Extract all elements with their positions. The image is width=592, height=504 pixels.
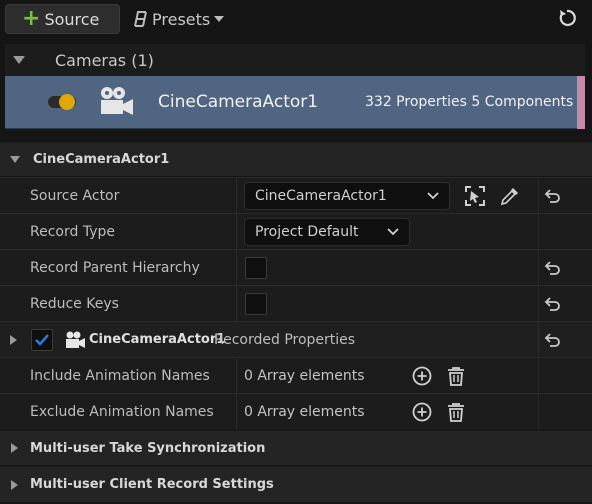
include-animation-value: 0 Array elements <box>244 368 365 384</box>
row-include-animation-names: Include Animation Names 0 Array elements <box>0 357 592 394</box>
divider <box>538 322 539 358</box>
multi-user-take-title: Multi-user Take Synchronization <box>30 440 266 456</box>
row-recorded-properties[interactable]: CineCameraActor1 Recorded Properties <box>0 321 592 358</box>
collapse-icon <box>13 56 25 64</box>
source-actor-value: CineCameraActor1 <box>255 188 387 204</box>
row-exclude-animation-names: Exclude Animation Names 0 Array elements <box>0 393 592 430</box>
cameras-title: Cameras (1) <box>55 50 154 70</box>
row-source-actor: Source Actor CineCameraActor1 <box>0 177 592 214</box>
reset-icon[interactable] <box>557 8 577 28</box>
chevron-down-icon <box>427 192 439 200</box>
source-actor-dropdown[interactable]: CineCameraActor1 <box>244 182 450 210</box>
trash-icon[interactable] <box>445 365 467 387</box>
checkmark-icon <box>35 334 49 346</box>
multi-user-client-section[interactable]: Multi-user Client Record Settings <box>0 466 592 502</box>
divider <box>236 358 237 394</box>
exclude-animation-label: Exclude Animation Names <box>30 404 214 420</box>
record-parent-hierarchy-label: Record Parent Hierarchy <box>30 260 200 276</box>
chevron-down-icon <box>214 16 225 22</box>
divider <box>538 250 539 286</box>
divider <box>236 178 237 214</box>
cameras-header[interactable]: Cameras (1) <box>5 44 585 76</box>
multi-user-client-title: Multi-user Client Record Settings <box>30 477 274 492</box>
actor-section-header[interactable]: CineCameraActor1 <box>0 142 592 176</box>
select-actor-icon[interactable] <box>464 185 486 207</box>
chevron-down-icon <box>387 228 399 236</box>
row-record-type: Record Type Project Default <box>0 213 592 250</box>
divider <box>538 394 539 430</box>
actor-section-title: CineCameraActor1 <box>33 152 170 167</box>
recorded-actor-name: CineCameraActor1 <box>89 332 226 347</box>
row-reduce-keys: Reduce Keys <box>0 285 592 322</box>
row-record-parent-hierarchy: Record Parent Hierarchy <box>0 249 592 286</box>
recorded-suffix: Recorded Properties <box>214 332 356 348</box>
camera-icon <box>101 87 133 115</box>
record-type-dropdown[interactable]: Project Default <box>244 218 410 246</box>
camera-list-item[interactable]: CineCameraActor1 332 Properties 5 Compon… <box>5 76 585 129</box>
revert-icon[interactable] <box>543 331 561 349</box>
divider <box>236 250 237 286</box>
expand-icon <box>11 443 18 453</box>
divider <box>538 178 539 214</box>
camera-icon <box>66 331 85 348</box>
toggle-icon[interactable] <box>47 93 77 111</box>
trash-icon[interactable] <box>445 401 467 423</box>
presets-dropdown[interactable]: Presets <box>132 6 225 32</box>
include-animation-label: Include Animation Names <box>30 368 210 384</box>
eyedropper-icon[interactable] <box>499 185 521 207</box>
record-type-label: Record Type <box>30 224 115 240</box>
divider <box>538 286 539 322</box>
revert-icon[interactable] <box>543 259 561 277</box>
source-actor-label: Source Actor <box>30 188 120 204</box>
divider <box>236 214 237 250</box>
revert-icon[interactable] <box>543 187 561 205</box>
exclude-animation-value: 0 Array elements <box>244 404 365 420</box>
preset-icon <box>134 11 147 27</box>
multi-user-take-section[interactable]: Multi-user Take Synchronization <box>0 430 592 465</box>
reduce-keys-label: Reduce Keys <box>30 296 119 312</box>
revert-icon[interactable] <box>543 295 561 313</box>
record-parent-hierarchy-checkbox[interactable] <box>245 257 267 279</box>
divider <box>538 214 539 250</box>
selection-marker <box>577 76 585 129</box>
presets-label: Presets <box>152 9 211 29</box>
add-element-icon[interactable] <box>411 365 433 387</box>
expand-icon <box>11 479 18 490</box>
expand-icon[interactable] <box>10 335 17 345</box>
camera-summary: 332 Properties 5 Components <box>365 94 574 110</box>
plus-icon: + <box>22 6 41 31</box>
record-type-value: Project Default <box>255 224 359 240</box>
camera-name: CineCameraActor1 <box>158 92 319 112</box>
divider <box>236 394 237 430</box>
add-source-button[interactable]: + Source <box>5 4 120 34</box>
add-element-icon[interactable] <box>411 401 433 423</box>
divider <box>538 358 539 394</box>
reduce-keys-checkbox[interactable] <box>245 293 267 315</box>
divider <box>236 286 237 322</box>
recorded-checkbox[interactable] <box>31 329 53 351</box>
source-label: Source <box>44 9 100 29</box>
collapse-icon <box>10 156 20 163</box>
